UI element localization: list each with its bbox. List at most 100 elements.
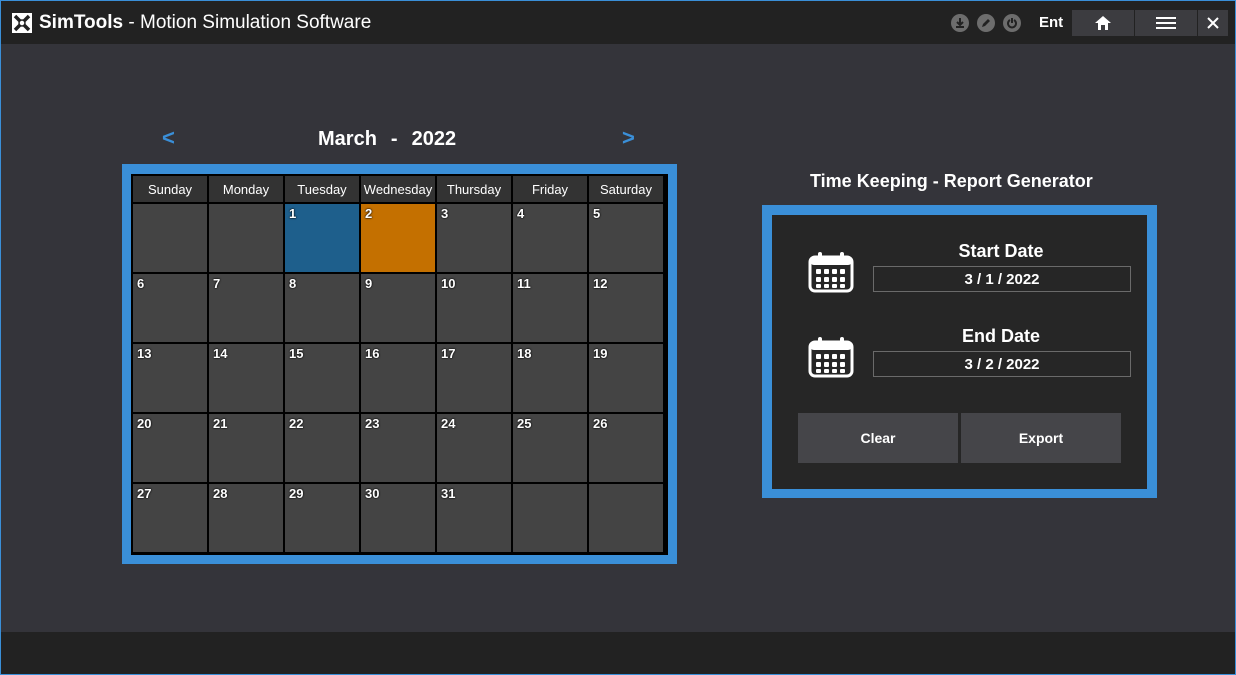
day-number: 26 xyxy=(593,416,608,431)
day-number: 15 xyxy=(289,346,304,361)
report-frame: Start Date End Date Clear Export xyxy=(762,205,1157,498)
month-year-title: March -2022 xyxy=(318,128,456,151)
app-title: SimTools - Motion Simulation Software xyxy=(39,12,371,34)
calendar-empty-cell[interactable] xyxy=(133,204,207,272)
calendar-empty-cell[interactable] xyxy=(209,204,283,272)
calendar-day-6[interactable]: 6 xyxy=(133,274,207,342)
calendar-day-28[interactable]: 28 xyxy=(209,484,283,552)
day-number: 4 xyxy=(517,206,525,221)
day-number: 3 xyxy=(441,206,449,221)
calendar-day-25[interactable]: 25 xyxy=(513,414,587,482)
start-date-field[interactable] xyxy=(873,266,1131,292)
calendar-day-12[interactable]: 12 xyxy=(589,274,663,342)
calendar-day-15[interactable]: 15 xyxy=(285,344,359,412)
weekday-header: Thursday xyxy=(437,176,511,202)
calendar-day-29[interactable]: 29 xyxy=(285,484,359,552)
day-number: 20 xyxy=(137,416,152,431)
calendar-day-23[interactable]: 23 xyxy=(361,414,435,482)
calendar-day-3[interactable]: 3 xyxy=(437,204,511,272)
menu-button[interactable] xyxy=(1135,10,1197,36)
export-button[interactable]: Export xyxy=(961,413,1121,463)
weekday-header: Monday xyxy=(209,176,283,202)
calendar-empty-cell[interactable] xyxy=(513,484,587,552)
calendar-day-19[interactable]: 19 xyxy=(589,344,663,412)
day-number: 9 xyxy=(365,276,373,291)
day-number: 22 xyxy=(289,416,304,431)
calendar-day-22[interactable]: 22 xyxy=(285,414,359,482)
calendar-day-18[interactable]: 18 xyxy=(513,344,587,412)
day-number: 27 xyxy=(137,486,152,501)
day-number: 21 xyxy=(213,416,228,431)
calendar-day-4[interactable]: 4 xyxy=(513,204,587,272)
calendar-day-9[interactable]: 9 xyxy=(361,274,435,342)
calendar-day-24[interactable]: 24 xyxy=(437,414,511,482)
day-number: 23 xyxy=(365,416,380,431)
calendar-day-16[interactable]: 16 xyxy=(361,344,435,412)
calendar-day-14[interactable]: 14 xyxy=(209,344,283,412)
start-date-calendar-icon[interactable] xyxy=(807,251,855,293)
download-icon[interactable] xyxy=(951,14,969,32)
day-number: 16 xyxy=(365,346,380,361)
day-number: 14 xyxy=(213,346,228,361)
day-number: 10 xyxy=(441,276,456,291)
next-month-button[interactable]: > xyxy=(622,125,635,151)
calendar-day-21[interactable]: 21 xyxy=(209,414,283,482)
close-icon xyxy=(1207,17,1219,29)
calendar-day-20[interactable]: 20 xyxy=(133,414,207,482)
calendar-day-17[interactable]: 17 xyxy=(437,344,511,412)
home-icon xyxy=(1095,16,1111,30)
day-number: 24 xyxy=(441,416,456,431)
day-number: 2 xyxy=(365,206,373,221)
start-date-label: Start Date xyxy=(958,241,1044,261)
calendar-day-5[interactable]: 5 xyxy=(589,204,663,272)
title-bar: SimTools - Motion Simulation Software En… xyxy=(1,1,1235,44)
day-number: 6 xyxy=(137,276,145,291)
clear-button[interactable]: Clear xyxy=(798,413,958,463)
calendar-grid: Sunday Monday Tuesday Wednesday Thursday Frid… xyxy=(131,174,668,555)
calendar-day-11[interactable]: 11 xyxy=(513,274,587,342)
weekday-header: Saturday xyxy=(589,176,663,202)
menu-icon xyxy=(1156,17,1176,29)
status-bar xyxy=(1,632,1235,674)
simtools-logo-icon xyxy=(12,13,32,33)
day-number: 28 xyxy=(213,486,228,501)
close-button[interactable] xyxy=(1198,10,1228,36)
calendar-day-1[interactable]: 1 xyxy=(285,204,359,272)
day-number: 7 xyxy=(213,276,221,291)
calendar-day-26[interactable]: 26 xyxy=(589,414,663,482)
calendar-day-27[interactable]: 27 xyxy=(133,484,207,552)
home-button[interactable] xyxy=(1072,10,1134,36)
end-date-calendar-icon[interactable] xyxy=(807,336,855,378)
calendar-empty-cell[interactable] xyxy=(589,484,663,552)
calendar-day-2[interactable]: 2 xyxy=(361,204,435,272)
weekday-header: Tuesday xyxy=(285,176,359,202)
prev-month-button[interactable]: < xyxy=(162,125,175,151)
day-number: 30 xyxy=(365,486,380,501)
day-number: 31 xyxy=(441,486,456,501)
user-label: Ent xyxy=(1039,14,1064,31)
day-number: 18 xyxy=(517,346,532,361)
calendar-day-10[interactable]: 10 xyxy=(437,274,511,342)
day-number: 13 xyxy=(137,346,152,361)
edit-icon[interactable] xyxy=(977,14,995,32)
calendar-day-31[interactable]: 31 xyxy=(437,484,511,552)
calendar-day-13[interactable]: 13 xyxy=(133,344,207,412)
report-title: Time Keeping - Report Generator xyxy=(810,171,1093,191)
power-icon[interactable] xyxy=(1003,14,1021,32)
brand-name: SimTools xyxy=(39,12,124,33)
year-label: 2022 xyxy=(411,128,457,150)
weekday-header: Friday xyxy=(513,176,587,202)
day-number: 12 xyxy=(593,276,608,291)
month-separator: - xyxy=(390,128,398,150)
weekday-header: Wednesday xyxy=(361,176,435,202)
calendar-day-30[interactable]: 30 xyxy=(361,484,435,552)
end-date-field[interactable] xyxy=(873,351,1131,377)
calendar-frame: Sunday Monday Tuesday Wednesday Thursday Frid… xyxy=(122,164,677,564)
day-number: 17 xyxy=(441,346,456,361)
calendar-day-7[interactable]: 7 xyxy=(209,274,283,342)
calendar-day-8[interactable]: 8 xyxy=(285,274,359,342)
end-date-label: End Date xyxy=(961,326,1040,346)
app-window: SimTools - Motion Simulation Software En… xyxy=(0,0,1236,675)
report-panel: Start Date End Date Clear Export xyxy=(772,215,1147,489)
day-number: 5 xyxy=(593,206,601,221)
